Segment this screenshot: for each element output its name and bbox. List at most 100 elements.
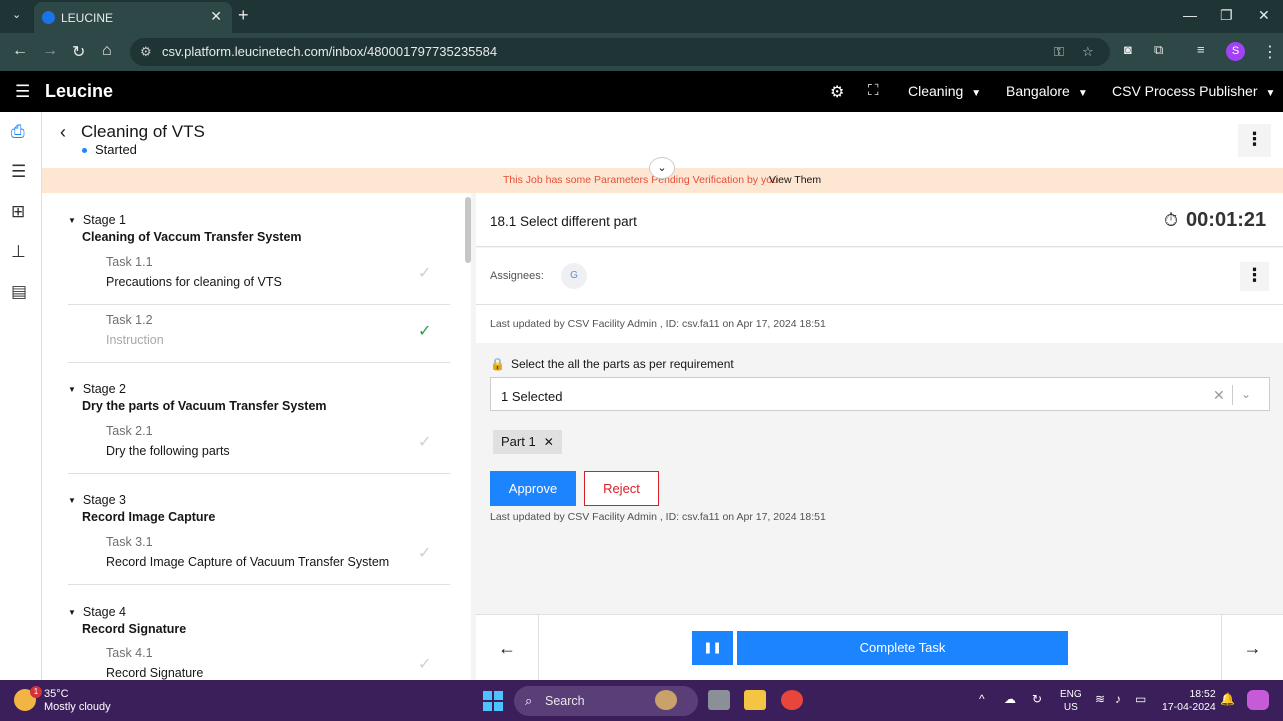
copilot-icon[interactable] [1247, 690, 1269, 710]
check-icon: ✓ [418, 265, 432, 282]
process-icon[interactable]: ⊞ [11, 202, 25, 222]
battery-icon[interactable]: ▭ [1135, 692, 1146, 706]
bookmark-star-icon[interactable]: ☆ [1082, 44, 1094, 60]
tray-chevron-icon[interactable]: ^ [979, 692, 985, 706]
leucine-logo: Leucine [45, 81, 114, 101]
search-icon: ⌕ [525, 693, 533, 708]
stage-header[interactable]: ▼ Stage 1 [68, 213, 126, 227]
task-timer: ⏱ 00:01:21 [1164, 209, 1267, 231]
onedrive-cloud-icon[interactable]: ☁ [1004, 692, 1016, 706]
selected-chip: Part 1 ✕ [493, 430, 562, 454]
reload-icon[interactable]: ↻ [72, 42, 85, 62]
browser-tab[interactable]: LEUCINE ✕ [34, 2, 232, 33]
reports-icon[interactable]: ▤ [11, 282, 27, 302]
stage-header[interactable]: ▼ Stage 3 [68, 493, 126, 507]
banner-warning-text: This Job has some Parameters Pending Ver… [503, 174, 778, 186]
check-icon: ✓ [418, 434, 432, 451]
stage-name: Cleaning of Vaccum Transfer System [82, 230, 302, 244]
task-item[interactable]: Task 1.1 Precautions for cleaning of VTS… [68, 247, 450, 305]
facility-dropdown[interactable]: Cleaning ▼ [908, 83, 981, 99]
parts-multiselect[interactable]: 1 Selected ✕ ⌄ [490, 377, 1270, 411]
stage-name: Record Signature [82, 622, 187, 636]
tab-title: LEUCINE [61, 11, 114, 25]
view-them-link[interactable]: View Them [769, 174, 821, 186]
profile-avatar[interactable]: S [1226, 42, 1245, 61]
inbox-icon[interactable]: ⎙ [11, 122, 25, 142]
caret-down-icon: ▼ [68, 385, 76, 395]
role-dropdown[interactable]: CSV Process Publisher ▼ [1112, 83, 1275, 99]
password-key-icon[interactable]: ⚿ [1054, 44, 1064, 60]
last-updated-row: Last updated by CSV Facility Admin , ID:… [476, 305, 1283, 343]
browser-menu-icon[interactable]: ⋮ [1262, 42, 1278, 62]
task-item[interactable]: Task 1.2 Instruction ✓ [68, 305, 450, 363]
stage-name: Record Image Capture [82, 510, 216, 524]
url-text: csv.platform.leucinetech.com/inbox/48000… [162, 44, 498, 59]
task-title: 18.1 Select different part [490, 214, 637, 229]
restore-icon[interactable]: ❐ [1220, 7, 1233, 24]
stage-header[interactable]: ▼ Stage 2 [68, 382, 126, 396]
lock-icon: 🔒 [490, 357, 505, 371]
close-window-icon[interactable]: ✕ [1258, 7, 1270, 24]
job-more-options-icon[interactable]: ⋮ [1238, 124, 1271, 157]
windows-taskbar: 1 35°C Mostly cloudy ⌕ Search ^ ☁ ↻ ENG US… [0, 680, 1283, 721]
job-title: Cleaning of VTS [81, 122, 205, 141]
wifi-icon[interactable]: ≋ [1095, 692, 1105, 706]
forward-icon[interactable]: → [42, 42, 58, 60]
parameter-label: 🔒 Select the all the parts as per require… [490, 357, 734, 371]
assignee-avatar[interactable]: G [561, 263, 587, 289]
collapse-chevron-icon[interactable]: ⌄ [649, 157, 675, 179]
check-icon: ✓ [418, 656, 432, 673]
minimize-icon[interactable]: — [1183, 7, 1197, 23]
checklist-icon[interactable]: ☰ [11, 162, 26, 182]
taskbar-clock[interactable]: 18:52 17-04-2024 [1162, 688, 1216, 714]
check-icon: ✓ [418, 545, 432, 562]
volume-icon[interactable]: ♪ [1115, 692, 1121, 706]
stage-header[interactable]: ▼ Stage 4 [68, 605, 126, 619]
clear-selection-icon[interactable]: ✕ [1213, 387, 1225, 404]
task-item[interactable]: Task 3.1 Record Image Capture of Vacuum … [68, 527, 450, 585]
search-highlight-icon[interactable] [655, 690, 677, 710]
windows-start-icon[interactable] [483, 691, 503, 711]
previous-task-arrow-icon[interactable]: ← [476, 615, 539, 681]
reject-button[interactable]: Reject [584, 471, 659, 506]
file-explorer-icon[interactable] [744, 690, 766, 710]
chrome-icon[interactable] [781, 690, 803, 710]
camera-icon[interactable]: ◙ [1124, 42, 1132, 57]
sync-icon[interactable]: ↻ [1032, 692, 1042, 706]
new-tab-icon[interactable]: + [238, 5, 249, 26]
task-more-options-icon[interactable]: ⋮ [1240, 262, 1269, 291]
media-icon[interactable]: ≡ [1197, 42, 1205, 57]
task-header: 18.1 Select different part ⏱ 00:01:21 [476, 193, 1283, 247]
close-tab-icon[interactable]: ✕ [210, 8, 222, 25]
chevron-down-icon: ▼ [971, 88, 982, 99]
notifications-bell-icon[interactable]: 🔔 [1220, 692, 1235, 706]
approve-button[interactable]: Approve [490, 471, 576, 506]
scan-icon[interactable]: ⛶ [868, 82, 879, 99]
stages-scrollbar[interactable] [465, 197, 471, 263]
chevron-down-icon[interactable]: ⌄ [1241, 387, 1251, 401]
task-item[interactable]: Task 2.1 Dry the following parts ✓ [68, 416, 450, 474]
extensions-icon[interactable]: ⧉ [1154, 42, 1163, 58]
back-icon[interactable]: ← [12, 42, 28, 60]
remove-chip-icon[interactable]: ✕ [544, 435, 554, 449]
next-task-arrow-icon[interactable]: → [1221, 615, 1283, 681]
leucine-favicon-icon [42, 11, 55, 24]
language-indicator[interactable]: ENG US [1060, 688, 1082, 714]
back-arrow-icon[interactable]: ‹ [60, 122, 66, 143]
home-icon[interactable]: ⌂ [102, 42, 112, 60]
browser-tab-strip: ⌄ LEUCINE ✕ + — ❐ ✕ [0, 0, 1283, 33]
task-item[interactable]: Task 4.1 Record Signature ✓ [68, 638, 450, 680]
hierarchy-icon[interactable]: ⊥ [11, 242, 26, 262]
location-dropdown[interactable]: Bangalore ▼ [1006, 83, 1088, 99]
address-bar[interactable]: ⚙ csv.platform.leucinetech.com/inbox/480… [130, 38, 1110, 66]
settings-gear-icon[interactable]: ⚙ [830, 82, 844, 102]
caret-down-icon: ▼ [68, 496, 76, 506]
task-view-icon[interactable] [708, 690, 730, 710]
status-dot-icon [82, 148, 87, 154]
stages-list: ▼ Stage 1 Cleaning of Vaccum Transfer Sys… [42, 193, 476, 680]
site-info-icon[interactable]: ⚙ [140, 44, 152, 60]
tab-search-icon[interactable]: ⌄ [12, 8, 21, 21]
complete-task-button[interactable]: Complete Task [737, 631, 1068, 665]
pause-button[interactable]: ❚❚ [692, 631, 733, 665]
hamburger-menu-icon[interactable]: ☰ [15, 82, 30, 102]
